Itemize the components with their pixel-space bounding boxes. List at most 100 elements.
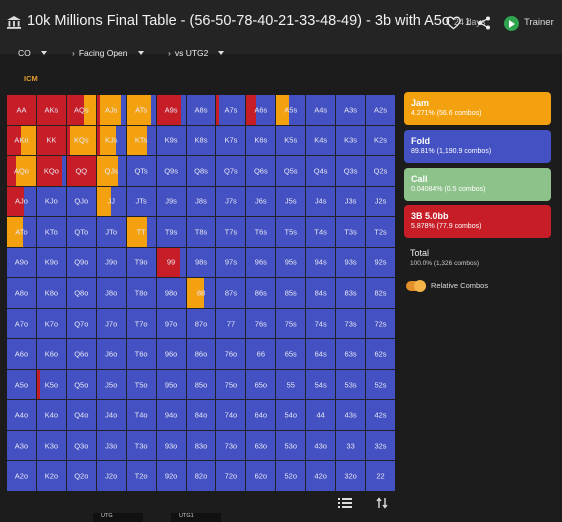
hand-cell[interactable]: T9s <box>156 217 186 247</box>
hand-cell[interactable]: J7o <box>96 308 126 339</box>
legend-jam[interactable]: Jam 4.271% (56.6 combos) <box>404 92 551 125</box>
hand-cell[interactable]: QTo <box>66 217 96 247</box>
hand-cell[interactable]: K2s <box>366 125 395 156</box>
share-icon[interactable] <box>477 16 491 30</box>
hand-cell[interactable]: Q5o <box>66 369 96 400</box>
hand-cell[interactable]: J5s <box>276 186 306 217</box>
relative-combos-toggle[interactable]: Relative Combos <box>406 280 506 292</box>
hand-cell[interactable]: 84s <box>306 278 336 308</box>
hand-cell[interactable]: 55 <box>276 369 306 400</box>
hand-cell[interactable]: 74o <box>216 400 246 430</box>
hand-cell[interactable]: AA <box>7 95 36 125</box>
hand-cell[interactable]: T3o <box>126 430 156 461</box>
hand-cell[interactable]: Q3o <box>66 430 96 461</box>
hand-cell[interactable]: A9o <box>7 247 36 278</box>
hand-cell[interactable]: T4o <box>126 400 156 430</box>
hand-cell[interactable]: A2o <box>7 461 36 491</box>
hand-cell[interactable]: 99 <box>156 247 186 278</box>
hand-cell[interactable]: 88 <box>186 278 216 308</box>
hand-cell[interactable]: 22 <box>366 461 395 491</box>
hand-cell[interactable]: KJs <box>96 125 126 156</box>
hand-cell[interactable]: K2o <box>36 461 66 491</box>
hand-cell[interactable]: ATs <box>126 95 156 125</box>
hand-cell[interactable]: T5s <box>276 217 306 247</box>
hand-cell[interactable]: Q6o <box>66 339 96 369</box>
hand-cell[interactable]: 82s <box>366 278 395 308</box>
hand-cell[interactable]: 73s <box>336 308 366 339</box>
hand-cell[interactable]: 43o <box>306 430 336 461</box>
hand-cell[interactable]: 66 <box>246 339 276 369</box>
hand-cell[interactable]: 84o <box>186 400 216 430</box>
hand-cell[interactable]: 85s <box>276 278 306 308</box>
hand-cell[interactable]: KTs <box>126 125 156 156</box>
hand-cell[interactable]: J3s <box>336 186 366 217</box>
hand-cell[interactable]: 53o <box>276 430 306 461</box>
hand-cell[interactable]: A7o <box>7 308 36 339</box>
hand-cell[interactable]: J2o <box>96 461 126 491</box>
hand-cell[interactable]: JTs <box>126 186 156 217</box>
hand-cell[interactable]: K7o <box>36 308 66 339</box>
hand-cell[interactable]: AKs <box>36 95 66 125</box>
hand-cell[interactable]: J5o <box>96 369 126 400</box>
hand-cell[interactable]: A3s <box>336 95 366 125</box>
legend-fold[interactable]: Fold 89.81% (1,190.9 combos) <box>404 130 551 163</box>
hand-cell[interactable]: AJs <box>96 95 126 125</box>
swap-icon[interactable] <box>376 497 388 509</box>
hand-cell[interactable]: KJo <box>36 186 66 217</box>
hand-cell[interactable]: 97o <box>156 308 186 339</box>
hand-cell[interactable]: QJo <box>66 186 96 217</box>
hand-cell[interactable]: 86s <box>246 278 276 308</box>
hand-cell[interactable]: Q9s <box>156 156 186 186</box>
hand-cell[interactable]: J2s <box>366 186 395 217</box>
hand-cell[interactable]: K8s <box>186 125 216 156</box>
hand-cell[interactable]: A4o <box>7 400 36 430</box>
hand-cell[interactable]: 72o <box>216 461 246 491</box>
hand-cell[interactable]: 54s <box>306 369 336 400</box>
hand-cell[interactable]: 96s <box>246 247 276 278</box>
hand-cell[interactable]: 32o <box>336 461 366 491</box>
hand-cell[interactable]: 53s <box>336 369 366 400</box>
hand-cell[interactable]: 86o <box>186 339 216 369</box>
hand-cell[interactable]: 82o <box>186 461 216 491</box>
hand-cell[interactable]: QQ <box>66 156 96 186</box>
hand-cell[interactable]: AJo <box>7 186 36 217</box>
action-select[interactable]: › Facing Open <box>72 48 144 62</box>
hand-cell[interactable]: KK <box>36 125 66 156</box>
hand-cell[interactable]: 85o <box>186 369 216 400</box>
hand-cell[interactable]: T6o <box>126 339 156 369</box>
hand-cell[interactable]: A3o <box>7 430 36 461</box>
hand-cell[interactable]: K9o <box>36 247 66 278</box>
hand-cell[interactable]: Q8o <box>66 278 96 308</box>
hand-cell[interactable]: A5s <box>276 95 306 125</box>
hand-cell[interactable]: 42o <box>306 461 336 491</box>
hand-cell[interactable]: 52o <box>276 461 306 491</box>
hand-cell[interactable]: J4o <box>96 400 126 430</box>
hand-cell[interactable]: 83s <box>336 278 366 308</box>
hand-cell[interactable]: 74s <box>306 308 336 339</box>
hand-cell[interactable]: 72s <box>366 308 395 339</box>
hand-cell[interactable]: ATo <box>7 217 36 247</box>
hand-cell[interactable]: 63s <box>336 339 366 369</box>
like-button[interactable]: 1 <box>446 16 478 34</box>
hand-cell[interactable]: 95o <box>156 369 186 400</box>
hand-cell[interactable]: T2s <box>366 217 395 247</box>
hand-cell[interactable]: 93o <box>156 430 186 461</box>
trainer-button[interactable]: Trainer <box>504 15 560 33</box>
hand-cell[interactable]: K3s <box>336 125 366 156</box>
hand-cell[interactable]: A7s <box>216 95 246 125</box>
hand-cell[interactable]: 93s <box>336 247 366 278</box>
hand-cell[interactable]: 73o <box>216 430 246 461</box>
hand-cell[interactable]: JJ <box>96 186 126 217</box>
hand-cell[interactable]: J4s <box>306 186 336 217</box>
list-sort-icon[interactable] <box>338 497 352 509</box>
hand-cell[interactable]: 96o <box>156 339 186 369</box>
hand-cell[interactable]: T8o <box>126 278 156 308</box>
hand-cell[interactable]: K7s <box>216 125 246 156</box>
hand-cell[interactable]: J9o <box>96 247 126 278</box>
hand-cell[interactable]: 95s <box>276 247 306 278</box>
hand-cell[interactable]: QTs <box>126 156 156 186</box>
hand-cell[interactable]: KQs <box>66 125 96 156</box>
hand-cell[interactable]: JTo <box>96 217 126 247</box>
seat-utg1[interactable]: UTG1 <box>171 513 221 522</box>
hand-cell[interactable]: A6s <box>246 95 276 125</box>
